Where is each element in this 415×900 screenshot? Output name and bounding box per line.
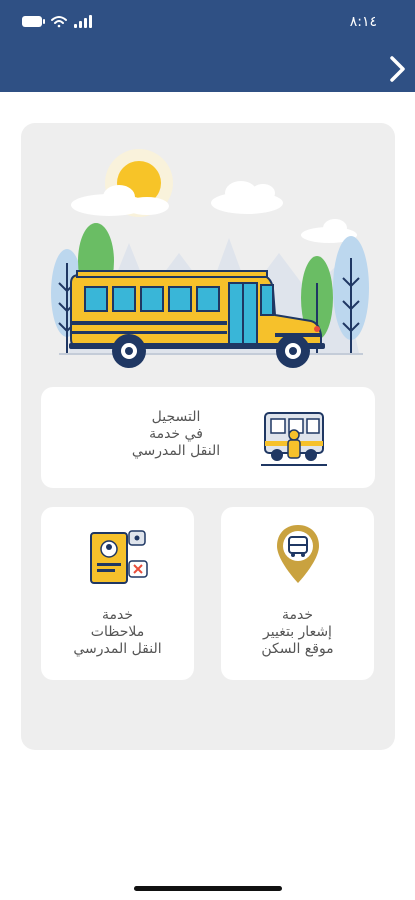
notes-service-card[interactable]: خدمة ملاحظات النقل المدرسي xyxy=(41,507,194,680)
battery-icon xyxy=(22,16,45,27)
status-time: ٨:١٤ xyxy=(349,14,377,30)
registration-card-label: التسجيل في خدمة النقل المدرسي xyxy=(101,409,251,460)
app-header: ٨:١٤ xyxy=(0,0,415,92)
id-card-chat-icon xyxy=(90,530,148,584)
notify-line-2: إشعار بتغيير xyxy=(263,624,332,640)
notes-line-2: ملاحظات xyxy=(90,624,145,640)
bus-student-icon xyxy=(261,412,327,466)
school-bus-illustration xyxy=(51,149,369,368)
chevron-right-icon[interactable] xyxy=(387,54,409,84)
notify-line-1: خدمة xyxy=(281,607,313,623)
home-indicator[interactable] xyxy=(134,886,282,891)
registration-service-card[interactable]: التسجيل في خدمة النقل المدرسي xyxy=(41,387,375,488)
services-panel: التسجيل في خدمة النقل المدرسي خدمة ملاحظ… xyxy=(21,123,395,750)
notes-card-label: خدمة ملاحظات النقل المدرسي xyxy=(41,607,194,658)
registration-line-2: في خدمة xyxy=(149,426,203,442)
notes-line-1: خدمة xyxy=(101,607,133,623)
registration-line-1: التسجيل xyxy=(151,409,201,425)
signal-icon xyxy=(74,15,92,28)
notify-line-3: موقع السكن xyxy=(261,641,334,657)
bus-location-pin-icon xyxy=(277,525,319,583)
status-icons xyxy=(22,15,92,28)
notify-card-label: خدمة إشعار بتغيير موقع السكن xyxy=(221,607,374,658)
registration-line-3: النقل المدرسي xyxy=(131,443,221,459)
notes-line-3: النقل المدرسي xyxy=(73,641,162,657)
notify-service-card[interactable]: خدمة إشعار بتغيير موقع السكن xyxy=(221,507,374,680)
wifi-icon xyxy=(51,16,67,28)
